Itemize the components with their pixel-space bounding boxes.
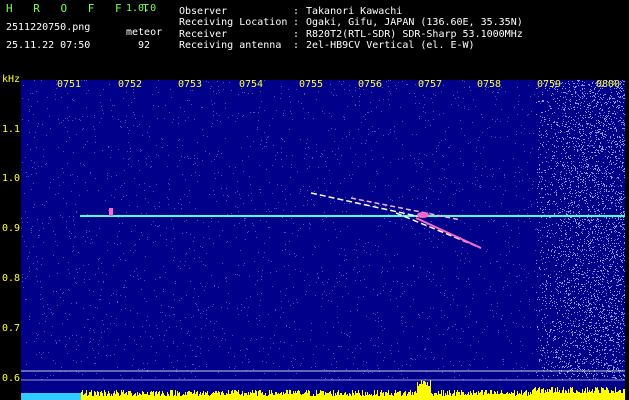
time-tick-label: 0757: [418, 79, 443, 90]
meteor-echo: [310, 192, 422, 218]
time-tick-label: 0758: [477, 79, 502, 90]
time-tick-label: 0753: [178, 79, 203, 90]
time-tick-label: 0755: [299, 79, 324, 90]
event-label: meteor: [126, 27, 163, 38]
y-tick-label: 0.6: [2, 373, 21, 384]
meteor-echo: [415, 217, 482, 249]
image-filename: 2511220750.png: [6, 22, 91, 33]
capture-datetime: 25.11.22 07:50: [6, 40, 91, 51]
meteor-head: [417, 212, 429, 218]
info-label-antenna: Receiving antenna: [179, 40, 282, 51]
time-tick-label: 0756: [358, 79, 383, 90]
event-count: 92: [138, 40, 151, 51]
y-unit-label: kHz: [2, 74, 21, 85]
spectrogram-plot: [21, 80, 625, 400]
time-tick-label: 0759: [537, 79, 562, 90]
y-tick-label: 0.8: [2, 273, 21, 284]
info-sep: :: [293, 17, 300, 28]
noise-speckle: [21, 80, 625, 380]
time-tick-label: 0751: [57, 79, 82, 90]
y-tick-label: 0.9: [2, 223, 21, 234]
hrofft-screen: H R O F F T 1.0.0 2511220750.png meteor …: [0, 0, 629, 400]
time-tick-label: 0754: [239, 79, 264, 90]
time-tick-label: 0752: [118, 79, 143, 90]
info-value-antenna: 2el-HB9CV Vertical (el. E-W): [306, 40, 475, 51]
y-tick-label: 1.1: [2, 124, 21, 135]
y-tick-label: 1.0: [2, 173, 21, 184]
time-tick-label: 0800: [596, 79, 621, 90]
level-start-block: [21, 393, 81, 400]
app-version: 1.0.0: [126, 3, 157, 14]
info-sep: :: [293, 40, 300, 51]
y-tick-label: 0.7: [2, 323, 21, 334]
carrier-spot: [109, 208, 113, 216]
level-bars: [81, 380, 625, 400]
spectrogram-panel: [21, 80, 625, 400]
info-value-location: Ogaki, Gifu, JAPAN (136.60E, 35.35N): [306, 17, 523, 28]
info-label-location: Receiving Location: [179, 17, 288, 28]
